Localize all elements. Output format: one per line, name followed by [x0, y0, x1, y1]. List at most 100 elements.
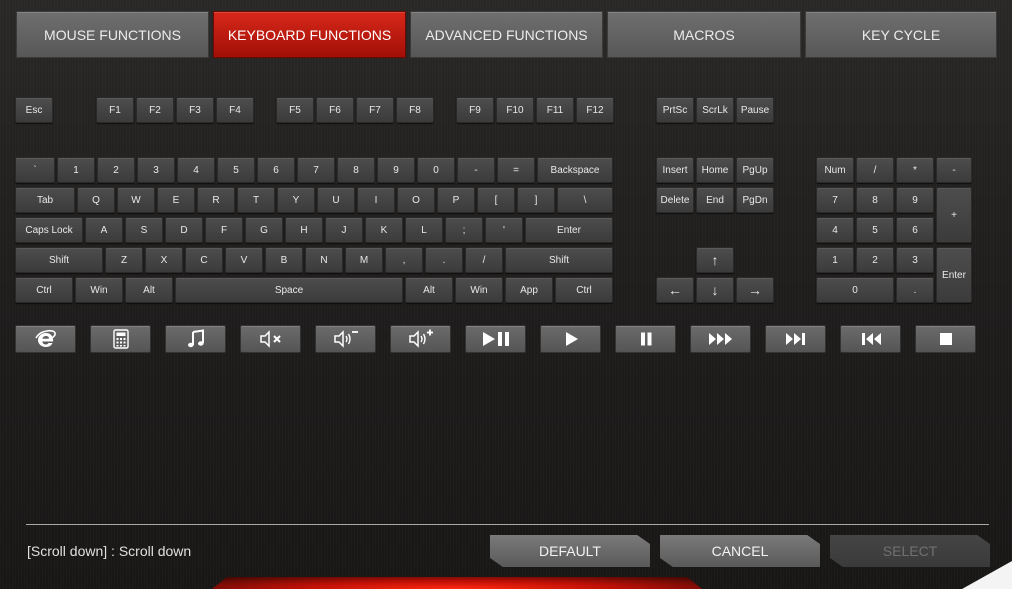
- key-t[interactable]: T: [237, 187, 275, 213]
- key-home[interactable]: Home: [696, 157, 734, 183]
- key-backspace[interactable]: Backspace: [537, 157, 613, 183]
- key-prtsc[interactable]: PrtSc: [656, 97, 694, 123]
- key-scrlk[interactable]: ScrLk: [696, 97, 734, 123]
- key-backslash[interactable]: \: [557, 187, 613, 213]
- key-n[interactable]: N: [305, 247, 343, 273]
- key-m[interactable]: M: [345, 247, 383, 273]
- key-7[interactable]: 7: [297, 157, 335, 183]
- key-left-ctrl[interactable]: Ctrl: [15, 277, 73, 303]
- key-arrow-down[interactable]: ↓: [696, 277, 734, 303]
- key-num-divide[interactable]: /: [856, 157, 894, 183]
- key-c[interactable]: C: [185, 247, 223, 273]
- key-space[interactable]: Space: [175, 277, 403, 303]
- key-s[interactable]: S: [125, 217, 163, 243]
- key-left-bracket[interactable]: [: [477, 187, 515, 213]
- key-b[interactable]: B: [265, 247, 303, 273]
- key-f3[interactable]: F3: [176, 97, 214, 123]
- tab-macros[interactable]: MACROS: [607, 11, 801, 58]
- key-f2[interactable]: F2: [136, 97, 174, 123]
- key-y[interactable]: Y: [277, 187, 315, 213]
- key-left-alt[interactable]: Alt: [125, 277, 173, 303]
- key-u[interactable]: U: [317, 187, 355, 213]
- key-tab[interactable]: Tab: [15, 187, 75, 213]
- key-f12[interactable]: F12: [576, 97, 614, 123]
- key-f8[interactable]: F8: [396, 97, 434, 123]
- key-backtick[interactable]: `: [15, 157, 55, 183]
- internet-explorer-button[interactable]: [15, 325, 76, 353]
- key-p[interactable]: P: [437, 187, 475, 213]
- key-right-win[interactable]: Win: [455, 277, 503, 303]
- key-quote[interactable]: ': [485, 217, 523, 243]
- key-semicolon[interactable]: ;: [445, 217, 483, 243]
- key-x[interactable]: X: [145, 247, 183, 273]
- key-caps-lock[interactable]: Caps Lock: [15, 217, 83, 243]
- key-l[interactable]: L: [405, 217, 443, 243]
- key-arrow-up[interactable]: ↑: [696, 247, 734, 273]
- key-right-bracket[interactable]: ]: [517, 187, 555, 213]
- key-arrow-left[interactable]: ←: [656, 277, 694, 303]
- key-q[interactable]: Q: [77, 187, 115, 213]
- key-5[interactable]: 5: [217, 157, 255, 183]
- key-num-8[interactable]: 8: [856, 187, 894, 213]
- key-num-multiply[interactable]: *: [896, 157, 934, 183]
- key-0[interactable]: 0: [417, 157, 455, 183]
- key-3[interactable]: 3: [137, 157, 175, 183]
- key-num-0[interactable]: 0: [816, 277, 894, 303]
- key-arrow-right[interactable]: →: [736, 277, 774, 303]
- key-f9[interactable]: F9: [456, 97, 494, 123]
- key-end[interactable]: End: [696, 187, 734, 213]
- key-num-enter[interactable]: Enter: [936, 247, 972, 303]
- key-f7[interactable]: F7: [356, 97, 394, 123]
- key-4[interactable]: 4: [177, 157, 215, 183]
- play-pause-button[interactable]: [465, 325, 526, 353]
- key-1[interactable]: 1: [57, 157, 95, 183]
- key-f5[interactable]: F5: [276, 97, 314, 123]
- key-f6[interactable]: F6: [316, 97, 354, 123]
- key-insert[interactable]: Insert: [656, 157, 694, 183]
- stop-button[interactable]: [915, 325, 976, 353]
- next-track-button[interactable]: [765, 325, 826, 353]
- key-z[interactable]: Z: [105, 247, 143, 273]
- default-button[interactable]: DEFAULT: [490, 535, 650, 567]
- key-num-2[interactable]: 2: [856, 247, 894, 273]
- key-num-plus[interactable]: +: [936, 187, 972, 243]
- music-button[interactable]: [165, 325, 226, 353]
- key-8[interactable]: 8: [337, 157, 375, 183]
- key-f4[interactable]: F4: [216, 97, 254, 123]
- key-num-5[interactable]: 5: [856, 217, 894, 243]
- key-num-6[interactable]: 6: [896, 217, 934, 243]
- key-e[interactable]: E: [157, 187, 195, 213]
- key-esc[interactable]: Esc: [15, 97, 53, 123]
- key-equals[interactable]: =: [497, 157, 535, 183]
- key-pgdn[interactable]: PgDn: [736, 187, 774, 213]
- key-num-1[interactable]: 1: [816, 247, 854, 273]
- key-num-7[interactable]: 7: [816, 187, 854, 213]
- key-comma[interactable]: ,: [385, 247, 423, 273]
- key-num-3[interactable]: 3: [896, 247, 934, 273]
- key-j[interactable]: J: [325, 217, 363, 243]
- key-h[interactable]: H: [285, 217, 323, 243]
- key-r[interactable]: R: [197, 187, 235, 213]
- tab-keyboard-functions[interactable]: KEYBOARD FUNCTIONS: [213, 11, 406, 58]
- calculator-button[interactable]: [90, 325, 151, 353]
- key-d[interactable]: D: [165, 217, 203, 243]
- key-left-shift[interactable]: Shift: [15, 247, 103, 273]
- key-2[interactable]: 2: [97, 157, 135, 183]
- key-num-4[interactable]: 4: [816, 217, 854, 243]
- key-app[interactable]: App: [505, 277, 553, 303]
- key-period[interactable]: .: [425, 247, 463, 273]
- key-9[interactable]: 9: [377, 157, 415, 183]
- tab-advanced-functions[interactable]: ADVANCED FUNCTIONS: [410, 11, 603, 58]
- mute-button[interactable]: [240, 325, 301, 353]
- key-pause[interactable]: Pause: [736, 97, 774, 123]
- key-6[interactable]: 6: [257, 157, 295, 183]
- key-enter[interactable]: Enter: [525, 217, 613, 243]
- key-f10[interactable]: F10: [496, 97, 534, 123]
- key-f1[interactable]: F1: [96, 97, 134, 123]
- pause-button[interactable]: [615, 325, 676, 353]
- key-pgup[interactable]: PgUp: [736, 157, 774, 183]
- volume-up-button[interactable]: [390, 325, 451, 353]
- key-left-win[interactable]: Win: [75, 277, 123, 303]
- fast-forward-button[interactable]: [690, 325, 751, 353]
- key-right-ctrl[interactable]: Ctrl: [555, 277, 613, 303]
